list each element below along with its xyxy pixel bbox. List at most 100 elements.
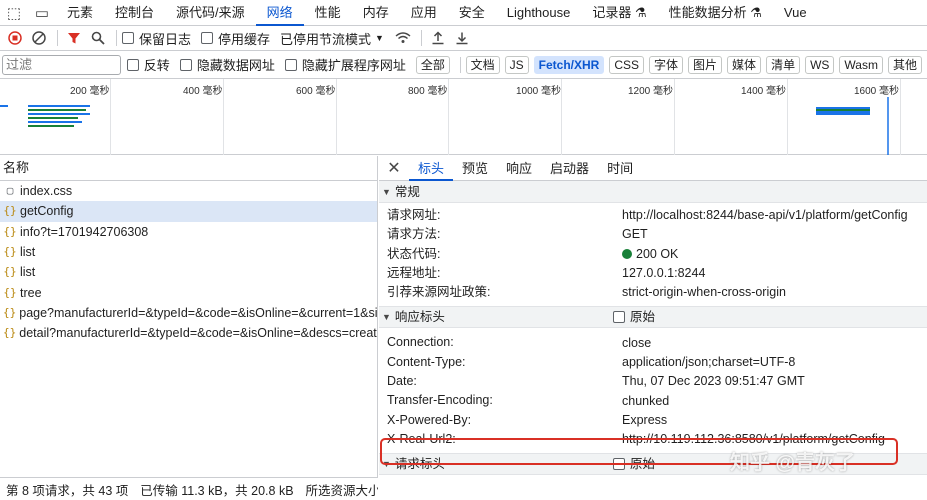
type-filter-manifest[interactable]: 清单 [766,55,801,74]
request-list: 名称 ▢ index.css {} getConfig {} info?t=17… [0,156,378,477]
tab-console[interactable]: 控制台 [104,0,165,26]
tab-preview[interactable]: 预览 [453,156,497,181]
tab-memory[interactable]: 内存 [352,0,400,26]
toolbar-divider [116,30,117,46]
tab-elements[interactable]: 元素 [56,0,104,26]
type-filter-fetch-xhr[interactable]: Fetch/XHR [533,55,605,74]
request-name: list [20,265,36,280]
preserve-log-label: 保留日志 [139,31,192,47]
tab-timing[interactable]: 时间 [598,156,642,181]
table-row[interactable]: {} detail?manufacturerId=&typeId=&code=&… [0,323,377,343]
preserve-log-checkbox[interactable]: 保留日志 [122,29,191,48]
header-value: Express [622,412,668,427]
header-key: Date: [387,374,417,389]
checkbox-box[interactable] [612,311,625,324]
header-key: 引荐来源网址政策: [387,285,491,300]
tab-application[interactable]: 应用 [400,0,448,26]
header-key: Transfer-Encoding: [387,393,493,408]
type-filter-all[interactable]: 全部 [415,55,450,74]
header-row: 引荐来源网址政策: strict-origin-when-cross-origin [379,283,927,302]
inspect-element-icon[interactable]: ⬚ [0,0,28,26]
table-row[interactable]: ▢ index.css [0,181,377,201]
network-conditions-icon[interactable] [392,27,414,49]
tab-network[interactable]: 网络 [255,0,304,26]
name-column-header[interactable]: 名称 [0,156,377,181]
type-filter-font[interactable]: 字体 [649,55,684,74]
header-key: 状态代码: [387,246,441,261]
tab-response[interactable]: 响应 [497,156,541,181]
checkbox-box[interactable] [126,58,139,71]
filter-input[interactable]: 过滤 [2,54,121,75]
table-row[interactable]: {} list [0,262,377,282]
search-icon[interactable] [87,27,109,49]
tab-security[interactable]: 安全 [448,0,496,26]
tab-recorder[interactable]: 记录器 ⚗ [581,0,657,26]
checkbox-box[interactable] [122,32,134,44]
request-count: 第 8 项请求，共 43 项 [6,483,129,498]
type-filter-css[interactable]: CSS [609,55,645,74]
table-row[interactable]: {} tree [0,282,377,302]
invert-label: 反转 [143,58,170,73]
type-filter-other[interactable]: 其他 [887,55,922,74]
request-name: page?manufacturerId=&typeId=&code=&isOnl… [19,305,377,320]
device-toolbar-icon[interactable]: ▭ [28,0,56,26]
filter-icon[interactable] [63,27,85,49]
type-filter-js[interactable]: JS [504,55,529,74]
checkbox-box[interactable] [179,58,192,71]
checkbox-box[interactable] [284,58,297,71]
transferred-size: 已传输 11.3 kB，共 20.8 kB [140,483,294,498]
raw-headers-checkbox[interactable]: 原始 [612,306,655,328]
header-key: 请求网址: [387,208,441,222]
response-headers-section-header[interactable]: ▼ 响应标头 原始 [379,306,927,329]
header-value: http://localhost:8244/base-api/v1/platfo… [622,208,908,223]
throttling-select[interactable]: 已停用节流模式 ▼ [280,29,384,48]
close-icon[interactable]: ✕ [379,158,409,178]
tab-lighthouse[interactable]: Lighthouse [496,0,582,26]
table-row[interactable]: {} info?t=1701942706308 [0,222,377,242]
header-value: strict-origin-when-cross-origin [622,285,786,300]
type-filter-ws[interactable]: WS [805,55,835,74]
upload-icon[interactable] [427,27,449,49]
xhr-icon: {} [3,326,17,340]
hide-data-urls-label: 隐藏数据网址 [196,58,275,73]
table-row[interactable]: {} page?manufacturerId=&typeId=&code=&is… [0,303,377,323]
request-name: tree [20,285,42,300]
tab-vue[interactable]: Vue [773,0,818,26]
record-stop-icon[interactable] [4,27,26,49]
header-value: GET [622,227,648,242]
hide-extension-urls-checkbox[interactable]: 隐藏扩展程序网址 [284,55,406,74]
xhr-icon: {} [3,204,17,218]
tab-initiator[interactable]: 启动器 [541,156,598,181]
xhr-icon: {} [3,305,17,319]
xhr-icon: {} [3,224,17,238]
request-name: list [20,245,36,260]
type-filter-img[interactable]: 图片 [688,55,723,74]
hide-data-urls-checkbox[interactable]: 隐藏数据网址 [179,55,275,74]
filter-bar: 过滤 反转 隐藏数据网址 隐藏扩展程序网址 全部 文档 JS Fetch/XHR… [0,51,927,79]
raw-label: 原始 [629,310,655,325]
tab-performance[interactable]: 性能 [304,0,352,26]
status-ok-dot-icon [622,249,632,260]
clear-icon[interactable] [28,27,50,49]
detail-tab-bar: ✕ 标头 预览 响应 启动器 时间 [379,156,927,181]
header-row: 远程地址: 127.0.0.1:8244 [379,264,927,283]
type-filter-doc[interactable]: 文档 [465,55,500,74]
type-filter-media[interactable]: 媒体 [727,55,762,74]
tab-performance-insights[interactable]: 性能数据分析 ⚗ [658,0,773,26]
tab-sources[interactable]: 源代码/来源 [165,0,256,26]
checkbox-box[interactable] [201,32,214,44]
tab-headers[interactable]: 标头 [409,156,454,181]
toolbar-divider [57,30,58,46]
header-row: 状态代码: 200 OK [379,245,927,264]
table-row[interactable]: {} list [0,242,377,262]
disable-cache-checkbox[interactable]: 停用缓存 [201,29,270,48]
general-section-header[interactable]: ▼ 常规 [379,181,927,203]
invert-checkbox[interactable]: 反转 [126,55,170,74]
header-value: close [622,335,652,350]
network-overview-timeline[interactable]: 200 毫秒 400 毫秒 600 毫秒 800 毫秒 1000 毫秒 1200… [0,79,927,155]
download-icon[interactable] [451,27,473,49]
header-key: X-Powered-By: [387,412,472,427]
type-filter-wasm[interactable]: Wasm [839,55,883,74]
status-bar: 第 8 项请求，共 43 项 已传输 11.3 kB，共 20.8 kB 所选资… [0,477,378,500]
table-row[interactable]: {} getConfig [0,201,377,222]
